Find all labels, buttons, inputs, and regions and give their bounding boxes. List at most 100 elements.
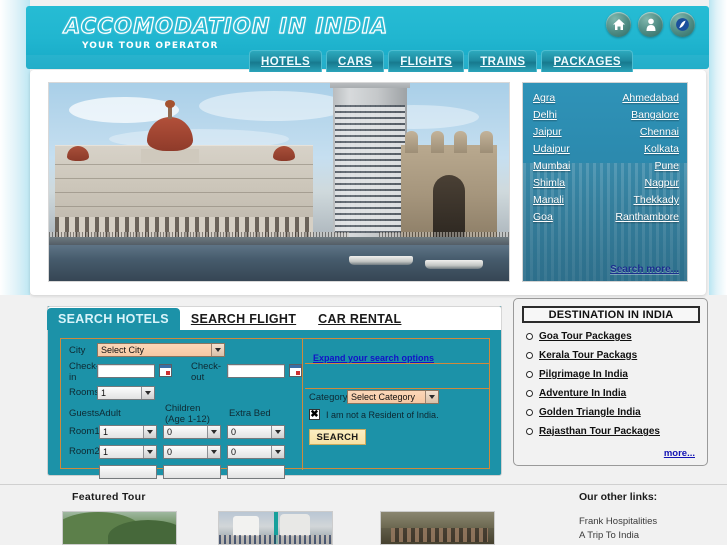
destination-item-label: Rajasthan Tour Packages — [539, 426, 660, 437]
city-link-shimla[interactable]: Shimla — [533, 177, 605, 189]
tab-search-flight[interactable]: SEARCH FLIGHT — [179, 308, 308, 330]
city-link-ranthambore[interactable]: Ranthambore — [607, 211, 679, 223]
bullet-icon — [526, 428, 533, 435]
featured-tour-thumbnail-2[interactable] — [218, 511, 333, 545]
bullet-icon — [526, 333, 533, 340]
bullet-icon — [526, 371, 533, 378]
chevron-down-icon — [271, 446, 284, 458]
destination-panel: DESTINATION IN INDIA Goa Tour Packages K… — [513, 298, 708, 466]
calendar-icon-checkout[interactable] — [289, 364, 302, 377]
destination-more-link[interactable]: more... — [664, 448, 695, 459]
header-icon-group — [606, 12, 695, 37]
hero-image — [48, 82, 510, 282]
form-vertical-divider — [302, 339, 303, 470]
room2-extrabed-select[interactable]: 0 — [227, 445, 285, 459]
room2-children-select[interactable]: 0 — [163, 445, 221, 459]
bullet-icon — [526, 390, 533, 397]
city-link-udaipur[interactable]: Udaipur — [533, 143, 605, 155]
city-link-goa[interactable]: Goa — [533, 211, 605, 223]
nav-item-flights[interactable]: FLIGHTS — [388, 50, 465, 72]
destination-panel-title: DESTINATION IN INDIA — [522, 306, 700, 323]
search-form: City Select City Check-in Check-out Room… — [60, 338, 490, 479]
nav-item-trains[interactable]: TRAINS — [468, 50, 538, 72]
city-link-ahmedabad[interactable]: Ahmedabad — [607, 92, 679, 104]
globe-icon[interactable] — [670, 12, 695, 37]
home-icon[interactable] — [606, 12, 631, 37]
extra-bed-label: Extra Bed — [229, 408, 271, 419]
form-divider-top — [305, 363, 489, 364]
chevron-down-icon — [207, 426, 220, 438]
room3-extrabed-select[interactable] — [227, 465, 285, 479]
search-more-link[interactable]: Search more... — [610, 264, 679, 275]
destination-item-pilgrimage[interactable]: Pilgrimage In India — [526, 369, 628, 380]
destination-item-goa[interactable]: Goa Tour Packages — [526, 331, 632, 342]
site-logo[interactable]: ACCOMODATION IN INDIA YOUR TOUR OPERATOR — [63, 13, 389, 51]
room1-extrabed-value: 0 — [231, 427, 237, 437]
other-link-a-trip-to-india[interactable]: A Trip To India — [579, 530, 639, 541]
city-link-manali[interactable]: Manali — [533, 194, 605, 206]
nav-item-packages[interactable]: PACKAGES — [541, 50, 633, 72]
footer-divider — [0, 484, 727, 485]
rooms-select-value: 1 — [101, 388, 107, 398]
search-button[interactable]: SEARCH — [309, 429, 366, 445]
room1-adult-select[interactable]: 1 — [99, 425, 157, 439]
city-link-delhi[interactable]: Delhi — [533, 109, 605, 121]
bullet-icon — [526, 409, 533, 416]
category-select[interactable]: Select Category — [347, 390, 439, 404]
destination-item-rajasthan[interactable]: Rajasthan Tour Packages — [526, 426, 660, 437]
expand-search-options-link[interactable]: Expand your search options — [313, 353, 434, 363]
city-link-chennai[interactable]: Chennai — [607, 126, 679, 138]
chevron-down-icon — [271, 426, 284, 438]
destination-item-kerala[interactable]: Kerala Tour Packags — [526, 350, 637, 361]
checkin-input[interactable] — [97, 364, 155, 378]
calendar-icon-checkin[interactable] — [159, 364, 172, 377]
main-navigation: HOTELS CARS FLIGHTS TRAINS PACKAGES — [249, 50, 633, 72]
other-links-title: Our other links: — [579, 491, 658, 503]
room1-children-select[interactable]: 0 — [163, 425, 221, 439]
city-link-agra[interactable]: Agra — [533, 92, 605, 104]
nav-item-cars[interactable]: CARS — [326, 50, 385, 72]
other-link-frank-hospitalities[interactable]: Frank Hospitalities — [579, 516, 657, 527]
gateway-of-india — [401, 131, 497, 237]
city-link-kolkata[interactable]: Kolkata — [607, 143, 679, 155]
resident-checkbox-label: I am not a Resident of India. — [326, 410, 439, 420]
room2-children-value: 0 — [167, 447, 173, 457]
city-link-nagpur[interactable]: Nagpur — [607, 177, 679, 189]
nav-item-hotels[interactable]: HOTELS — [249, 50, 323, 72]
chevron-down-icon — [425, 391, 438, 403]
search-hotels-panel: City Select City Check-in Check-out Room… — [47, 306, 502, 479]
city-link-mumbai[interactable]: Mumbai — [533, 160, 605, 172]
featured-tour-thumbnail-3[interactable] — [380, 511, 495, 545]
rooms-select[interactable]: 1 — [97, 386, 155, 400]
page-root: ACCOMODATION IN INDIA YOUR TOUR OPERATOR — [0, 0, 727, 545]
room2-extrabed-value: 0 — [231, 447, 237, 457]
city-link-thekkady[interactable]: Thekkady — [607, 194, 679, 206]
resident-checkbox[interactable]: ✖ — [309, 409, 320, 420]
city-links-grid: Agra Ahmedabad Delhi Bangalore Jaipur Ch… — [523, 83, 687, 223]
city-link-pune[interactable]: Pune — [607, 160, 679, 172]
category-label: Category — [309, 392, 348, 403]
city-links-panel: Agra Ahmedabad Delhi Bangalore Jaipur Ch… — [522, 82, 688, 282]
room1-extrabed-select[interactable]: 0 — [227, 425, 285, 439]
checkout-input[interactable] — [227, 364, 285, 378]
tab-car-rental[interactable]: CAR RENTAL — [307, 308, 413, 330]
destination-item-golden-triangle[interactable]: Golden Triangle India — [526, 407, 641, 418]
guests-adult-label: GuestsAdult — [69, 408, 121, 419]
tab-search-hotels[interactable]: SEARCH HOTELS — [47, 308, 180, 330]
bullet-icon — [526, 352, 533, 359]
room3-adult-select[interactable] — [99, 465, 157, 479]
city-link-jaipur[interactable]: Jaipur — [533, 126, 605, 138]
destination-item-label: Kerala Tour Packags — [539, 350, 638, 361]
city-select[interactable]: Select City — [97, 343, 225, 357]
featured-tour-thumbnail-1[interactable] — [62, 511, 177, 545]
user-icon[interactable] — [638, 12, 663, 37]
room3-children-select[interactable] — [163, 465, 221, 479]
logo-title: ACCOMODATION IN INDIA — [63, 13, 389, 38]
search-tabs: SEARCH HOTELS SEARCH FLIGHT CAR RENTAL — [47, 306, 502, 330]
checkout-label: Check-out — [191, 361, 222, 383]
city-link-bangalore[interactable]: Bangalore — [607, 109, 679, 121]
destination-item-label: Golden Triangle India — [539, 407, 641, 418]
room2-adult-select[interactable]: 1 — [99, 445, 157, 459]
destination-item-adventure[interactable]: Adventure In India — [526, 388, 626, 399]
room2-adult-value: 1 — [103, 447, 109, 457]
